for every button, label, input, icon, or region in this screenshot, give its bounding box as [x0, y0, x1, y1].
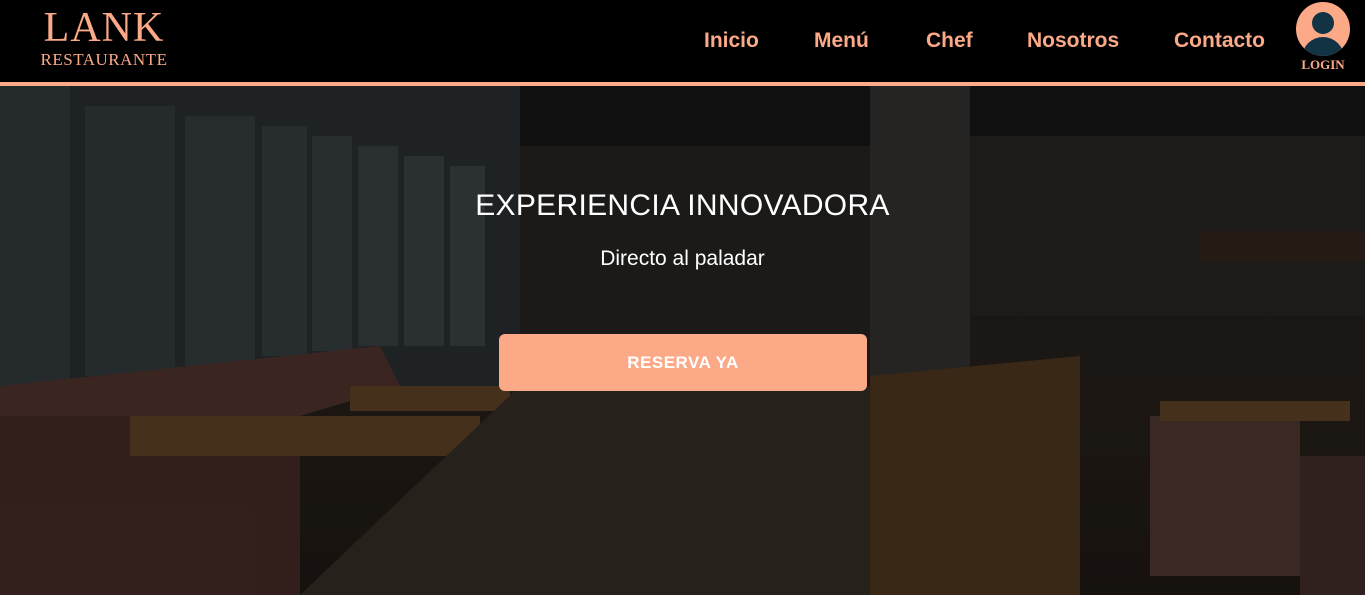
nav-link-menu[interactable]: Menú: [814, 25, 869, 57]
reserve-button[interactable]: RESERVA YA: [499, 334, 867, 391]
site-header: LANK RESTAURANTE Inicio Menú Chef Nosotr…: [0, 0, 1365, 86]
hero-title: EXPERIENCIA INNOVADORA: [475, 189, 890, 222]
nav-link-contacto[interactable]: Contacto: [1174, 25, 1265, 57]
nav-link-inicio[interactable]: Inicio: [704, 25, 759, 57]
login-label: LOGIN: [1301, 57, 1345, 72]
nav-link-chef[interactable]: Chef: [926, 25, 973, 57]
nav-link-nosotros[interactable]: Nosotros: [1027, 25, 1119, 57]
hero-banner: EXPERIENCIA INNOVADORA Directo al palada…: [0, 86, 1365, 595]
main-nav: Inicio Menú Chef Nosotros Contacto: [0, 25, 1365, 57]
hero-subtitle: Directo al paladar: [600, 247, 765, 270]
login-button[interactable]: LOGIN: [1294, 2, 1352, 72]
user-avatar-icon: [1296, 2, 1350, 56]
